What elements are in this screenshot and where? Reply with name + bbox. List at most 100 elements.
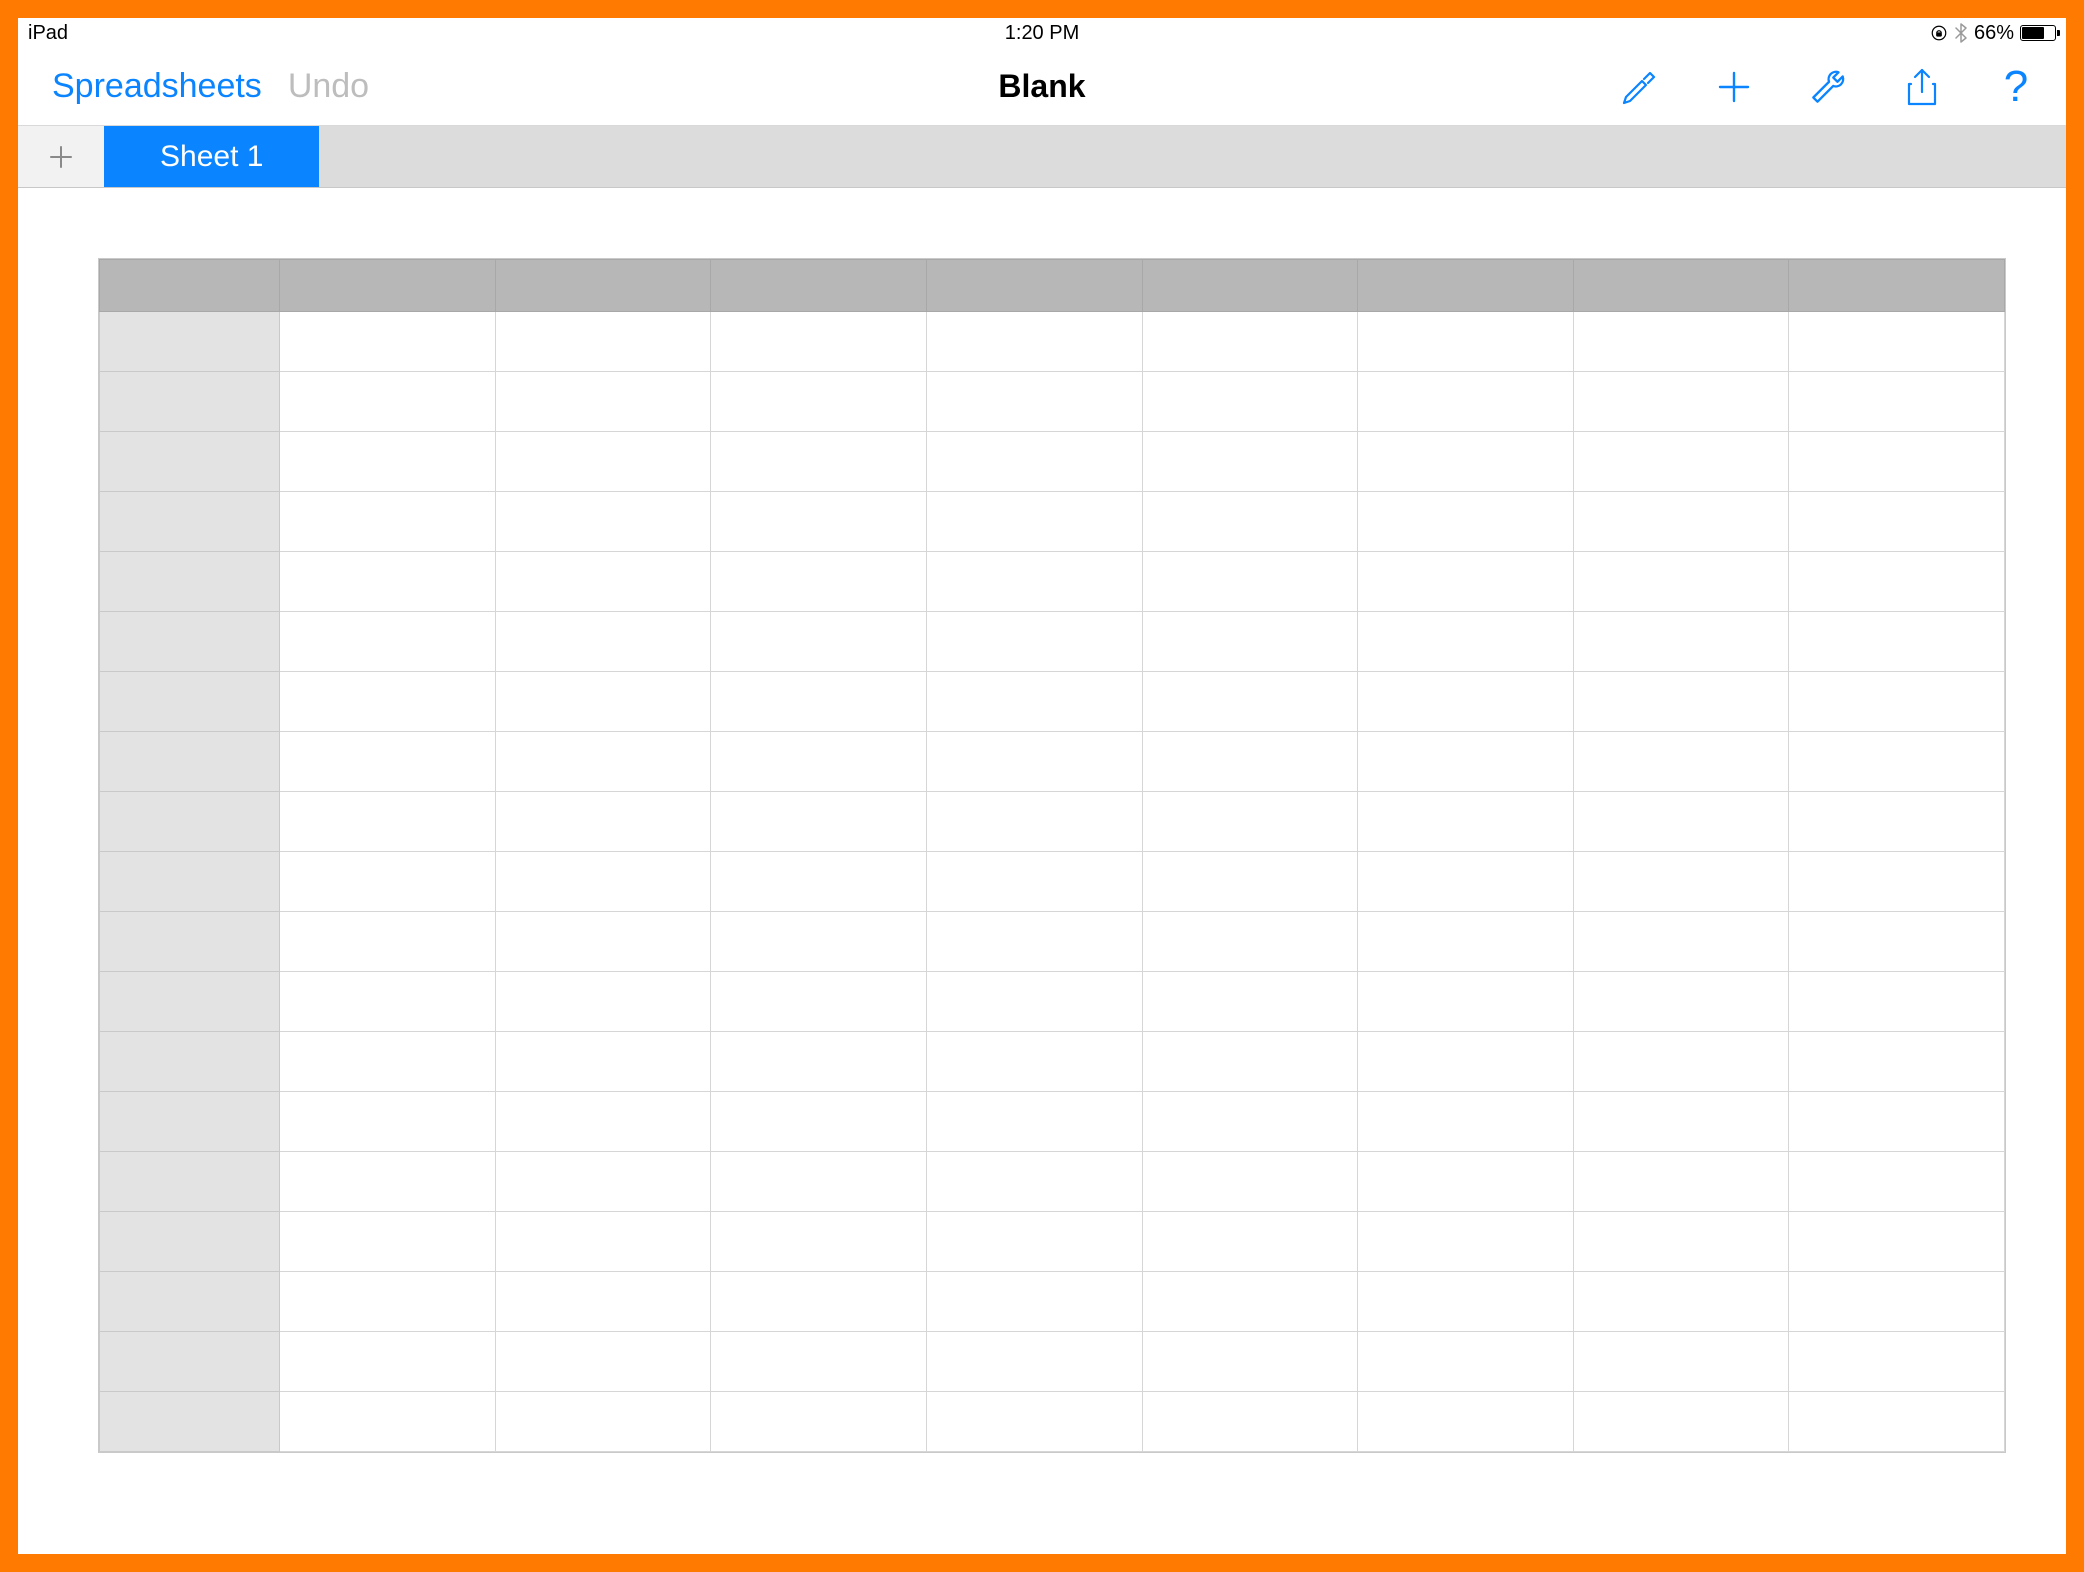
row-header[interactable] bbox=[100, 1152, 280, 1212]
row-header[interactable] bbox=[100, 852, 280, 912]
cell[interactable] bbox=[711, 552, 927, 612]
cell[interactable] bbox=[926, 1272, 1142, 1332]
cell[interactable] bbox=[1358, 312, 1574, 372]
cell[interactable] bbox=[280, 972, 496, 1032]
cell[interactable] bbox=[1142, 1152, 1358, 1212]
cell[interactable] bbox=[926, 492, 1142, 552]
cell[interactable] bbox=[711, 912, 927, 972]
cell[interactable] bbox=[926, 1092, 1142, 1152]
cell[interactable] bbox=[1573, 1212, 1789, 1272]
cell[interactable] bbox=[711, 1212, 927, 1272]
cell[interactable] bbox=[1573, 312, 1789, 372]
column-header[interactable] bbox=[1358, 260, 1574, 312]
cell[interactable] bbox=[495, 1272, 711, 1332]
cell[interactable] bbox=[280, 1392, 496, 1452]
cell[interactable] bbox=[1789, 552, 2005, 612]
cell[interactable] bbox=[1789, 492, 2005, 552]
row-header[interactable] bbox=[100, 372, 280, 432]
cell[interactable] bbox=[1358, 792, 1574, 852]
cell[interactable] bbox=[1142, 792, 1358, 852]
cell[interactable] bbox=[1573, 912, 1789, 972]
cell[interactable] bbox=[1573, 792, 1789, 852]
cell[interactable] bbox=[280, 1272, 496, 1332]
cell[interactable] bbox=[495, 1032, 711, 1092]
cell[interactable] bbox=[280, 672, 496, 732]
cell[interactable] bbox=[1789, 1152, 2005, 1212]
cell[interactable] bbox=[1358, 1152, 1574, 1212]
cell[interactable] bbox=[926, 312, 1142, 372]
cell[interactable] bbox=[926, 912, 1142, 972]
cell[interactable] bbox=[1358, 1392, 1574, 1452]
cell[interactable] bbox=[1789, 1092, 2005, 1152]
cell[interactable] bbox=[926, 1152, 1142, 1212]
cell[interactable] bbox=[711, 1092, 927, 1152]
cell[interactable] bbox=[495, 492, 711, 552]
column-header[interactable] bbox=[1573, 260, 1789, 312]
back-button[interactable]: Spreadsheets bbox=[52, 67, 262, 106]
row-header[interactable] bbox=[100, 432, 280, 492]
cell[interactable] bbox=[1142, 1032, 1358, 1092]
row-header[interactable] bbox=[100, 972, 280, 1032]
cell[interactable] bbox=[1573, 1032, 1789, 1092]
cell[interactable] bbox=[1358, 852, 1574, 912]
cell[interactable] bbox=[495, 852, 711, 912]
help-icon[interactable]: ? bbox=[1994, 65, 2038, 109]
cell[interactable] bbox=[280, 312, 496, 372]
cell[interactable] bbox=[280, 1032, 496, 1092]
cell[interactable] bbox=[495, 1152, 711, 1212]
cell[interactable] bbox=[1358, 732, 1574, 792]
cell[interactable] bbox=[1358, 372, 1574, 432]
cell[interactable] bbox=[1789, 612, 2005, 672]
cell[interactable] bbox=[1789, 432, 2005, 492]
cell[interactable] bbox=[1789, 312, 2005, 372]
cell[interactable] bbox=[1358, 1032, 1574, 1092]
cell[interactable] bbox=[1573, 1392, 1789, 1452]
cell[interactable] bbox=[711, 432, 927, 492]
cell[interactable] bbox=[1358, 1092, 1574, 1152]
spreadsheet-canvas[interactable] bbox=[18, 188, 2066, 1554]
cell[interactable] bbox=[495, 1392, 711, 1452]
cell[interactable] bbox=[280, 372, 496, 432]
cell[interactable] bbox=[1789, 1332, 2005, 1392]
row-header[interactable] bbox=[100, 492, 280, 552]
cell[interactable] bbox=[1358, 1332, 1574, 1392]
spreadsheet-grid[interactable] bbox=[98, 258, 2006, 1453]
cell[interactable] bbox=[1789, 852, 2005, 912]
row-header[interactable] bbox=[100, 792, 280, 852]
cell[interactable] bbox=[280, 852, 496, 912]
cell[interactable] bbox=[1142, 372, 1358, 432]
format-brush-icon[interactable] bbox=[1618, 65, 1662, 109]
cell[interactable] bbox=[1573, 732, 1789, 792]
cell[interactable] bbox=[280, 1332, 496, 1392]
row-header[interactable] bbox=[100, 1032, 280, 1092]
cell[interactable] bbox=[1573, 1152, 1789, 1212]
cell[interactable] bbox=[1789, 672, 2005, 732]
cell[interactable] bbox=[1142, 312, 1358, 372]
cell[interactable] bbox=[495, 1092, 711, 1152]
column-header[interactable] bbox=[495, 260, 711, 312]
column-header[interactable] bbox=[711, 260, 927, 312]
cell[interactable] bbox=[1789, 912, 2005, 972]
cell[interactable] bbox=[280, 1212, 496, 1272]
row-header[interactable] bbox=[100, 732, 280, 792]
cell[interactable] bbox=[1142, 1332, 1358, 1392]
cell[interactable] bbox=[495, 732, 711, 792]
cell[interactable] bbox=[926, 732, 1142, 792]
cell[interactable] bbox=[1358, 1212, 1574, 1272]
cell[interactable] bbox=[711, 492, 927, 552]
cell[interactable] bbox=[1142, 1212, 1358, 1272]
cell[interactable] bbox=[1789, 372, 2005, 432]
cell[interactable] bbox=[711, 1032, 927, 1092]
row-header[interactable] bbox=[100, 1332, 280, 1392]
cell[interactable] bbox=[280, 732, 496, 792]
wrench-icon[interactable] bbox=[1806, 65, 1850, 109]
cell[interactable] bbox=[1358, 972, 1574, 1032]
cell[interactable] bbox=[711, 732, 927, 792]
row-header[interactable] bbox=[100, 672, 280, 732]
column-header[interactable] bbox=[280, 260, 496, 312]
cell[interactable] bbox=[495, 432, 711, 492]
cell[interactable] bbox=[711, 792, 927, 852]
cell[interactable] bbox=[1573, 1272, 1789, 1332]
cell[interactable] bbox=[1142, 612, 1358, 672]
cell[interactable] bbox=[495, 1332, 711, 1392]
